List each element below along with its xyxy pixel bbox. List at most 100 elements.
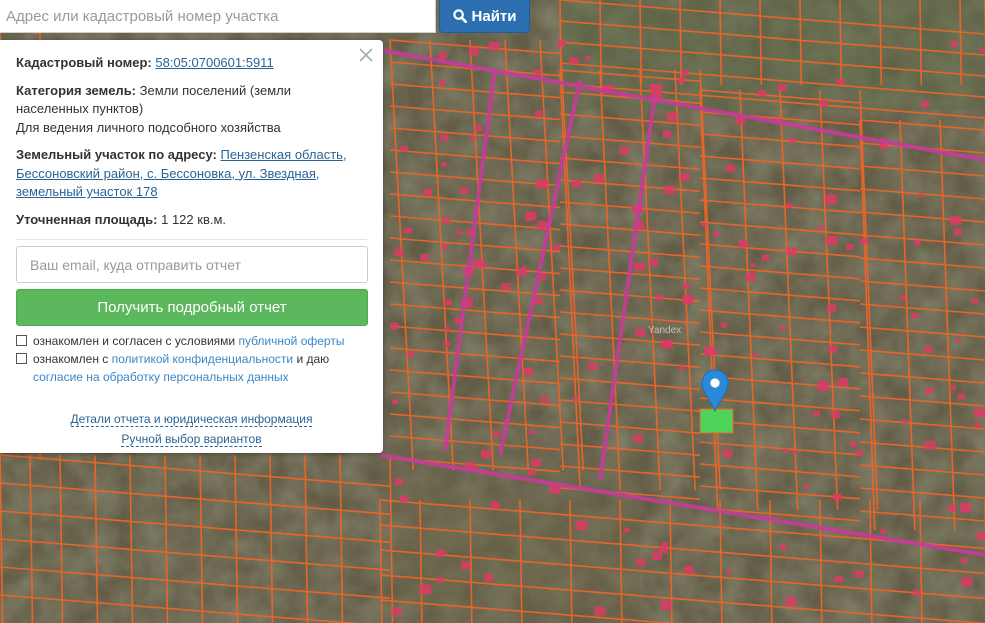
building <box>474 125 483 132</box>
building <box>456 230 463 235</box>
area-value: 1 122 кв.м. <box>161 211 227 227</box>
building <box>752 353 758 358</box>
search-button[interactable]: Найти <box>439 0 530 33</box>
privacy-consent: ознакомлен с политикой конфиденциальност… <box>16 350 367 386</box>
building <box>527 469 535 475</box>
building <box>782 448 788 453</box>
building <box>623 527 630 533</box>
selected-parcel[interactable] <box>699 408 734 434</box>
building <box>817 381 829 391</box>
report-details-link[interactable]: Детали отчета и юридическая информация <box>70 412 313 427</box>
building <box>953 228 962 235</box>
building <box>762 255 770 261</box>
building <box>971 298 979 304</box>
building <box>390 322 399 330</box>
building <box>588 362 597 370</box>
building <box>683 297 692 305</box>
offer-consent-checkbox[interactable] <box>16 335 27 346</box>
building <box>470 135 476 140</box>
building <box>974 408 985 417</box>
building <box>649 258 659 266</box>
building <box>440 134 449 142</box>
building <box>860 237 868 245</box>
building <box>925 387 934 394</box>
building <box>666 112 678 121</box>
building <box>918 193 924 198</box>
building <box>437 577 444 583</box>
search-bar: Найти <box>0 0 530 33</box>
building <box>948 505 956 512</box>
building <box>828 345 838 353</box>
building <box>438 79 446 85</box>
building <box>899 295 906 301</box>
building <box>786 247 797 256</box>
building <box>856 450 864 456</box>
building <box>924 346 933 353</box>
privacy-consent-text-a: ознакомлен с <box>33 352 109 366</box>
building <box>540 396 549 404</box>
building <box>722 449 733 458</box>
map-watermark: Yandex <box>648 325 681 336</box>
building <box>534 110 543 117</box>
area-row: Уточненная площадь: 1 122 кв.м. <box>16 211 367 230</box>
offer-consent-text: ознакомлен и согласен с условиями <box>33 334 236 348</box>
building <box>786 202 793 208</box>
email-field[interactable] <box>16 246 368 283</box>
building <box>913 589 921 596</box>
personal-data-consent-link[interactable]: согласие на обработку персональных данны… <box>33 370 289 384</box>
building <box>473 259 485 269</box>
address-row: Земельный участок по адресу: Пензенская … <box>16 146 367 202</box>
parcel-info-panel: Кадастровый номер: 58:05:0700601:5911 Ка… <box>0 40 383 453</box>
public-offer-link[interactable]: публичной оферты <box>238 334 344 348</box>
building <box>846 244 854 250</box>
building <box>777 84 787 92</box>
cadastral-number-link[interactable]: 58:05:0700601:5911 <box>155 55 273 70</box>
privacy-policy-link[interactable]: политикой конфиденциальности <box>112 352 293 366</box>
building <box>825 235 838 246</box>
building <box>785 597 797 607</box>
building <box>652 551 663 560</box>
building <box>957 393 965 400</box>
cadastral-number-row: Кадастровый номер: 58:05:0700601:5911 <box>16 54 367 73</box>
building <box>594 606 606 616</box>
building <box>959 503 972 513</box>
land-category-label: Категория земель: <box>16 82 137 98</box>
land-category-row: Категория земель: Земли поселений (земли… <box>16 82 367 138</box>
building <box>879 143 888 150</box>
building <box>572 180 581 188</box>
building <box>720 322 727 328</box>
close-icon[interactable] <box>357 46 375 64</box>
building <box>880 529 887 534</box>
building <box>680 173 690 181</box>
building <box>436 549 446 557</box>
building <box>423 188 432 196</box>
building <box>950 41 958 47</box>
building <box>525 214 533 222</box>
building <box>914 239 921 246</box>
building <box>394 248 404 256</box>
privacy-consent-checkbox[interactable] <box>16 353 27 364</box>
building <box>404 227 412 234</box>
manual-selection-link[interactable]: Ручной выбор вариантов <box>121 432 262 447</box>
building <box>911 313 919 319</box>
building <box>792 450 798 455</box>
building <box>789 137 796 143</box>
cadastral-number-label: Кадастровый номер: <box>16 55 152 70</box>
building <box>745 273 757 282</box>
building <box>523 368 533 376</box>
building <box>949 385 956 391</box>
building <box>438 52 448 60</box>
building <box>407 351 415 357</box>
building <box>552 244 561 251</box>
search-input[interactable] <box>0 0 436 33</box>
building <box>442 217 451 224</box>
building <box>779 544 787 550</box>
building <box>636 558 646 566</box>
building <box>635 328 646 337</box>
get-report-button[interactable]: Получить подробный отчет <box>16 289 368 326</box>
building <box>569 57 579 65</box>
building <box>661 339 673 349</box>
building <box>701 222 707 227</box>
building <box>921 100 929 108</box>
building <box>460 187 469 194</box>
